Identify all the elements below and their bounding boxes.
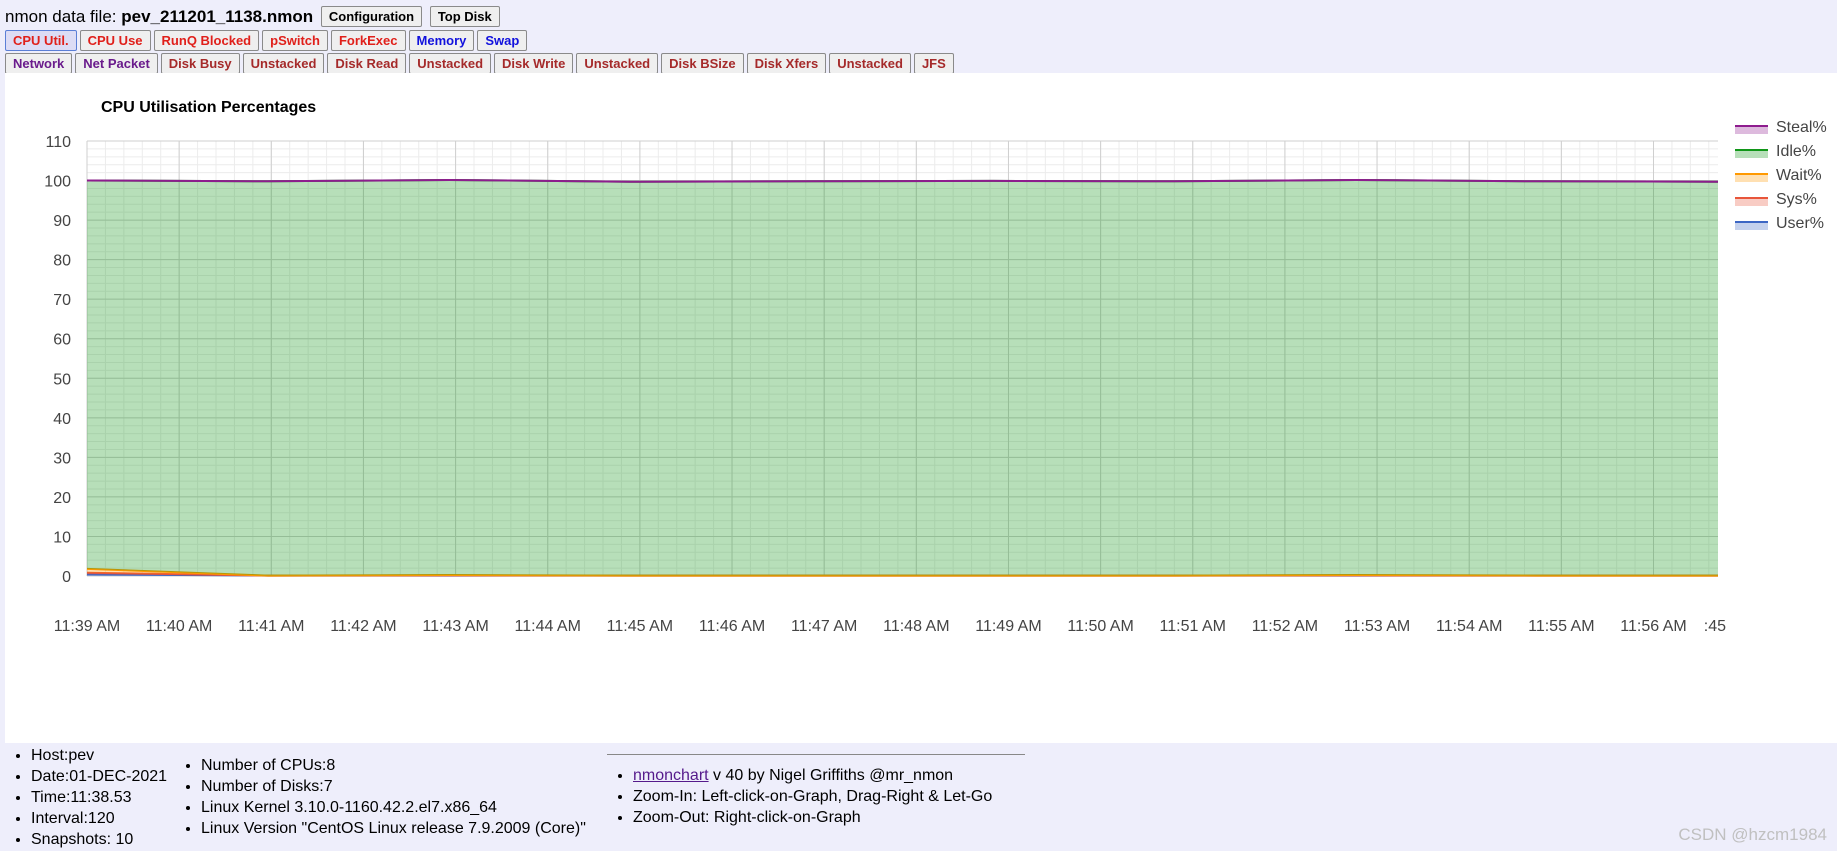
toolbar-jfs-button[interactable]: JFS <box>913 53 954 74</box>
x-tick-label: :45 <box>1704 618 1726 635</box>
host-info-item: Host:pev <box>31 745 167 766</box>
y-tick-label: 20 <box>53 490 71 507</box>
x-tick-label: 11:40 AM <box>146 618 212 635</box>
toolbar-disk-read-button[interactable]: Disk Read <box>327 53 407 74</box>
toolbar-unstacked-button[interactable]: Unstacked <box>409 53 492 74</box>
x-tick-label: 11:51 AM <box>1160 618 1226 635</box>
system-info-item: Linux Kernel 3.10.0-1160.42.2.el7.x86_64 <box>201 797 586 818</box>
toolbar-memory-button[interactable]: Memory <box>408 30 475 51</box>
y-tick-label: 50 <box>53 371 71 388</box>
y-tick-label: 40 <box>53 411 71 428</box>
y-tick-label: 110 <box>45 134 71 151</box>
x-tick-label: 11:56 AM <box>1620 618 1686 635</box>
x-tick-label: 11:55 AM <box>1528 618 1594 635</box>
watermark: CSDN @hzcm1984 <box>1678 825 1827 844</box>
zoom-in-hint: Zoom-In: Left-click-on-Graph, Drag-Right… <box>633 786 1025 807</box>
y-tick-label: 60 <box>53 332 71 349</box>
toolbar-swap-button[interactable]: Swap <box>477 30 528 51</box>
y-tick-label: 10 <box>53 529 71 546</box>
legend-swatch <box>1735 174 1768 182</box>
legend-label: Idle% <box>1776 143 1816 160</box>
x-tick-label: 11:53 AM <box>1344 618 1410 635</box>
x-tick-label: 11:39 AM <box>54 618 120 635</box>
legend-swatch <box>1735 150 1768 158</box>
x-tick-label: 11:50 AM <box>1067 618 1133 635</box>
toolbar-cpu-util-button[interactable]: CPU Util. <box>5 30 77 51</box>
system-info-item: Number of Disks:7 <box>201 776 586 797</box>
toolbar-runq-blocked-button[interactable]: RunQ Blocked <box>153 30 260 51</box>
legend-swatch <box>1735 126 1768 134</box>
system-info-item: Number of CPUs:8 <box>201 755 586 776</box>
legend-swatch <box>1735 222 1768 230</box>
x-tick-label: 11:54 AM <box>1436 618 1502 635</box>
toolbar-net-packet-button[interactable]: Net Packet <box>75 53 158 74</box>
toolbar-disk-xfers-button[interactable]: Disk Xfers <box>746 53 827 74</box>
x-tick-label: 11:44 AM <box>515 618 581 635</box>
toolbar-network-button[interactable]: Network <box>5 53 73 74</box>
toolbar-unstacked-button[interactable]: Unstacked <box>242 53 325 74</box>
tool-credit: nmonchart v 40 by Nigel Griffiths @mr_nm… <box>633 765 1025 786</box>
legend-label: Sys% <box>1776 191 1817 208</box>
chart-title: CPU Utilisation Percentages <box>101 99 316 116</box>
host-info-item: Date:01-DEC-2021 <box>31 766 167 787</box>
host-info-item: Snapshots: 10 <box>31 829 167 850</box>
nmonchart-link[interactable]: nmonchart <box>633 767 709 784</box>
tool-info: nmonchart v 40 by Nigel Griffiths @mr_nm… <box>607 754 1025 828</box>
x-tick-label: 11:42 AM <box>330 618 396 635</box>
toolbar-disk-bsize-button[interactable]: Disk BSize <box>661 53 744 74</box>
tool-credit-text: v 40 by Nigel Griffiths @mr_nmon <box>708 767 954 784</box>
toolbar-row-1: CPU Util. CPU Use RunQ Blocked pSwitch ForkE… <box>5 30 530 51</box>
legend-swatch <box>1735 198 1768 206</box>
x-tick-label: 11:45 AM <box>607 618 673 635</box>
host-info-item: Time:11:38.53 <box>31 787 167 808</box>
chart-area[interactable]: CPU Utilisation Percentages 0 10 20 30 40 50 60… <box>5 73 1837 743</box>
top-disk-button[interactable]: Top Disk <box>429 6 500 27</box>
y-tick-label: 0 <box>62 569 71 586</box>
cpu-utilisation-chart[interactable]: CPU Utilisation Percentages 0 10 20 30 40 50 60… <box>5 73 1837 743</box>
y-tick-label: 30 <box>53 450 71 467</box>
file-label: nmon data file: <box>5 7 117 26</box>
y-tick-label: 70 <box>53 292 71 309</box>
y-tick-label: 100 <box>44 174 71 191</box>
file-header: nmon data file: pev_211201_1138.nmon Con… <box>5 6 500 27</box>
toolbar-row-2: Network Net Packet Disk Busy Unstacked Disk … <box>5 53 957 74</box>
legend-label: Steal% <box>1776 119 1827 136</box>
x-tick-label: 11:48 AM <box>883 618 949 635</box>
system-info-item: Linux Version "CentOS Linux release 7.9.… <box>201 818 586 839</box>
area-idle <box>87 180 1718 576</box>
system-info: Number of CPUs:8 Number of Disks:7 Linux… <box>175 755 586 839</box>
y-tick-label: 80 <box>53 253 71 270</box>
host-info: Host:pev Date:01-DEC-2021 Time:11:38.53 … <box>5 745 167 850</box>
x-tick-label: 11:47 AM <box>791 618 857 635</box>
legend-label: Wait% <box>1776 167 1822 184</box>
x-tick-label: 11:43 AM <box>422 618 488 635</box>
configuration-button[interactable]: Configuration <box>320 6 423 27</box>
line-steal <box>86 178 1719 183</box>
toolbar-unstacked-button[interactable]: Unstacked <box>829 53 911 74</box>
toolbar-disk-busy-button[interactable]: Disk Busy <box>160 53 240 74</box>
toolbar-cpu-use-button[interactable]: CPU Use <box>79 30 151 51</box>
y-tick-label: 90 <box>53 213 71 230</box>
legend-label: User% <box>1776 215 1824 232</box>
x-tick-label: 11:49 AM <box>975 618 1041 635</box>
zoom-out-hint: Zoom-Out: Right-click-on-Graph <box>633 807 1025 828</box>
host-info-item: Interval:120 <box>31 808 167 829</box>
toolbar-unstacked-button[interactable]: Unstacked <box>576 53 659 74</box>
toolbar-disk-write-button[interactable]: Disk Write <box>494 53 574 74</box>
file-name: pev_211201_1138.nmon <box>121 7 314 26</box>
x-tick-label: 11:41 AM <box>238 618 304 635</box>
toolbar-forkexec-button[interactable]: ForkExec <box>330 30 406 51</box>
x-tick-label: 11:52 AM <box>1252 618 1318 635</box>
x-tick-label: 11:46 AM <box>699 618 765 635</box>
toolbar-pswitch-button[interactable]: pSwitch <box>262 30 328 51</box>
